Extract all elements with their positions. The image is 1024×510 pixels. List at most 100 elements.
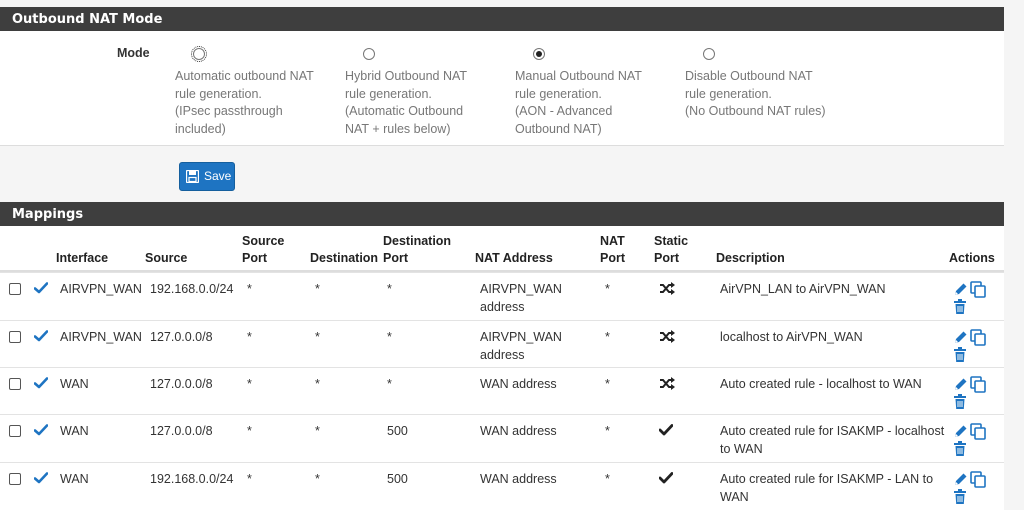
save-icon — [185, 169, 200, 186]
cell-description: Auto created rule for ISAKMP - localhost… — [720, 424, 945, 456]
cell-source-port: * — [247, 377, 252, 391]
radio-label: Automatic outbound NAT rule generation. … — [175, 69, 314, 137]
copy-icon[interactable] — [970, 281, 987, 301]
cell-source-port: * — [247, 472, 252, 486]
cell-nat-port: * — [605, 282, 610, 296]
col-header-nat-address: NAT Address — [475, 251, 553, 265]
cell-source-port: * — [247, 282, 252, 296]
radio-label: Hybrid Outbound NAT rule generation. (Au… — [345, 69, 468, 137]
save-label: Save — [204, 169, 232, 183]
mode-label: Mode — [117, 46, 150, 60]
radio-button[interactable] — [533, 48, 545, 60]
cell-source-port: * — [247, 424, 252, 438]
checkmark-icon — [658, 472, 674, 487]
table-row: AIRVPN_WAN 127.0.0.0/8 * * * AIRVPN_WAN addres… — [0, 320, 1004, 368]
cell-description: Auto created rule for ISAKMP - LAN to WAN — [720, 472, 934, 504]
col-header-nat-port: NAT Port — [600, 234, 625, 265]
table-row: AIRVPN_WAN 192.168.0.0/24 * * * AIRVPN_WAN add… — [0, 272, 1004, 320]
row-select-checkbox[interactable] — [9, 331, 21, 343]
enabled-checkmark-icon — [33, 282, 49, 297]
cell-nat-address: WAN address — [480, 424, 557, 438]
delete-trash-icon[interactable] — [953, 441, 967, 459]
cell-interface: WAN — [60, 377, 89, 391]
col-header-static-port: Static Port — [654, 234, 689, 265]
copy-icon[interactable] — [970, 471, 987, 491]
cell-nat-address: AIRVPN_WAN address — [480, 330, 562, 362]
edit-pencil-icon[interactable] — [953, 424, 968, 442]
cell-destination: * — [315, 424, 320, 438]
shuffle-icon — [659, 377, 675, 393]
cell-source: 127.0.0.0/8 — [150, 424, 213, 438]
delete-trash-icon[interactable] — [953, 394, 967, 412]
save-button[interactable]: Save — [179, 162, 235, 191]
cell-nat-port: * — [605, 330, 610, 344]
cell-nat-address: WAN address — [480, 377, 557, 391]
enabled-checkmark-icon — [33, 377, 49, 392]
row-select-checkbox[interactable] — [9, 425, 21, 437]
cell-destination: * — [315, 330, 320, 344]
delete-trash-icon[interactable] — [953, 299, 967, 317]
row-select-checkbox[interactable] — [9, 283, 21, 295]
col-header-actions: Actions — [949, 251, 995, 265]
cell-destination: * — [315, 282, 320, 296]
cell-interface: WAN — [60, 472, 89, 486]
radio-label: Manual Outbound NAT rule generation. (AO… — [515, 69, 642, 137]
radio-button[interactable] — [703, 48, 715, 60]
col-header-source-port: Source Port — [242, 234, 285, 265]
edit-pencil-icon[interactable] — [953, 472, 968, 490]
cell-destination-port: 500 — [387, 424, 408, 438]
enabled-checkmark-icon — [33, 330, 49, 345]
radio-button[interactable] — [363, 48, 375, 60]
copy-icon[interactable] — [970, 329, 987, 349]
cell-source: 192.168.0.0/24 — [150, 282, 234, 296]
cell-destination: * — [315, 472, 320, 486]
cell-nat-address: WAN address — [480, 472, 557, 486]
col-header-source: Source — [145, 251, 188, 265]
cell-source: 192.168.0.0/24 — [150, 472, 234, 486]
copy-icon[interactable] — [970, 376, 987, 396]
col-header-description: Description — [716, 251, 785, 265]
cell-nat-port: * — [605, 377, 610, 391]
mappings-table: Interface Source Source Port Destination … — [0, 226, 1004, 510]
cell-description: Auto created rule - localhost to WAN — [720, 377, 922, 391]
table-row: WAN 192.168.0.0/24 * * 500 WAN address * Auto c… — [0, 462, 1004, 510]
cell-source: 127.0.0.0/8 — [150, 330, 213, 344]
cell-description: AirVPN_LAN to AirVPN_WAN — [720, 282, 886, 296]
table-row: WAN 127.0.0.0/8 * * * WAN address * Auto create… — [0, 367, 1004, 415]
mappings-heading: Mappings — [0, 202, 1004, 226]
row-select-checkbox[interactable] — [9, 378, 21, 390]
col-header-interface: Interface — [56, 251, 109, 265]
cell-description: localhost to AirVPN_WAN — [720, 330, 863, 344]
col-header-destination: Destination — [310, 251, 379, 265]
cell-interface: AIRVPN_WAN — [60, 282, 142, 296]
cell-nat-port: * — [605, 424, 610, 438]
delete-trash-icon[interactable] — [953, 347, 967, 365]
cell-destination-port: * — [387, 282, 392, 296]
radio-button[interactable] — [191, 46, 207, 62]
cell-destination-port: 500 — [387, 472, 408, 486]
radio-label: Disable Outbound NAT rule generation. (N… — [685, 69, 826, 119]
cell-destination: * — [315, 377, 320, 391]
col-header-destination-port: Destination Port — [383, 234, 452, 265]
enabled-checkmark-icon — [33, 472, 49, 487]
shuffle-icon — [659, 330, 675, 346]
cell-source: 127.0.0.0/8 — [150, 377, 213, 391]
cell-interface: WAN — [60, 424, 89, 438]
nat-mode-panel: Mode Automatic outbound NAT rule generat… — [0, 31, 1004, 146]
copy-icon[interactable] — [970, 423, 987, 443]
enabled-checkmark-icon — [33, 424, 49, 439]
outbound-nat-mode-heading: Outbound NAT Mode — [0, 7, 1004, 31]
checkmark-icon — [658, 424, 674, 439]
row-select-checkbox[interactable] — [9, 473, 21, 485]
edit-pencil-icon[interactable] — [953, 377, 968, 395]
cell-destination-port: * — [387, 377, 392, 391]
cell-destination-port: * — [387, 330, 392, 344]
edit-pencil-icon[interactable] — [953, 282, 968, 300]
delete-trash-icon[interactable] — [953, 489, 967, 507]
cell-source-port: * — [247, 330, 252, 344]
edit-pencil-icon[interactable] — [953, 330, 968, 348]
table-row: WAN 127.0.0.0/8 * * 500 WAN address * Auto crea… — [0, 414, 1004, 462]
cell-interface: AIRVPN_WAN — [60, 330, 142, 344]
shuffle-icon — [659, 282, 675, 298]
cell-nat-address: AIRVPN_WAN address — [480, 282, 562, 314]
